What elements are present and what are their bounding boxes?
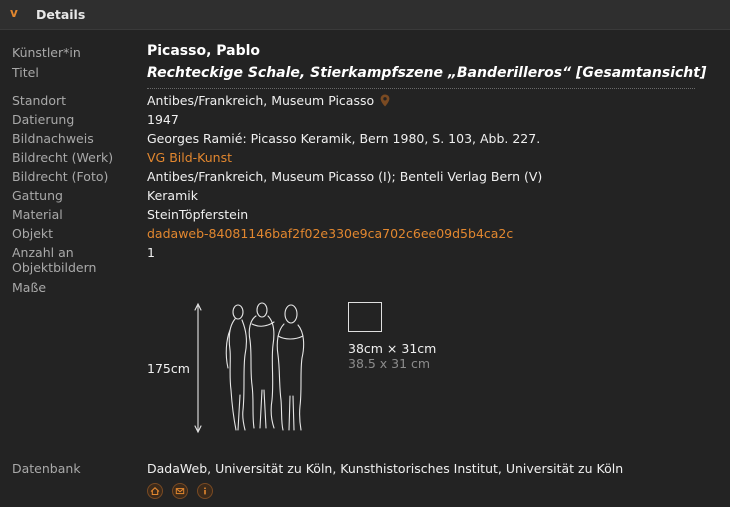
location-label: Standort — [12, 93, 67, 108]
object-link[interactable]: dadaweb-84081146baf2f02e330e9ca702c6ee09… — [147, 226, 513, 241]
scale-figures-illustration — [190, 300, 310, 438]
object-size-box — [348, 302, 382, 332]
info-icon[interactable] — [196, 483, 213, 499]
title-divider — [147, 88, 695, 89]
image-count-label: Anzahl an Objektbildern — [12, 245, 97, 275]
map-pin-icon[interactable] — [380, 94, 390, 110]
date-label: Datierung — [12, 112, 75, 127]
dimensions-alt-value: 38.5 x 31 cm — [348, 356, 431, 371]
mail-icon[interactable] — [171, 483, 188, 499]
rights-photo-value: Antibes/Frankreich, Museum Picasso (I); … — [147, 169, 543, 184]
title-value: Rechteckige Schale, Stierkampfszene „Ban… — [147, 65, 707, 81]
database-value: DadaWeb, Universität zu Köln, Kunsthisto… — [147, 461, 624, 476]
section-title: Details — [36, 7, 86, 22]
title-label: Titel — [12, 65, 39, 80]
human-height-label: 175cm — [147, 361, 190, 376]
database-icons — [147, 483, 218, 499]
object-label: Objekt — [12, 226, 54, 241]
details-header[interactable]: v Details — [0, 0, 730, 30]
home-icon[interactable] — [147, 483, 163, 499]
image-source-value: Georges Ramié: Picasso Keramik, Bern 198… — [147, 131, 541, 146]
dimensions-value: 38cm × 31cm — [348, 341, 437, 356]
dimensions-label: Maße — [12, 280, 47, 295]
rights-work-link[interactable]: VG Bild-Kunst — [147, 150, 232, 165]
chevron-down-icon[interactable]: v — [10, 6, 18, 20]
date-value: 1947 — [147, 112, 179, 127]
image-count-value: 1 — [147, 245, 155, 260]
rights-work-label: Bildrecht (Werk) — [12, 150, 114, 165]
material-value: SteinTöpferstein — [147, 207, 249, 222]
genre-value: Keramik — [147, 188, 198, 203]
location-text: Antibes/Frankreich, Museum Picasso — [147, 93, 375, 108]
image-source-label: Bildnachweis — [12, 131, 94, 146]
rights-photo-label: Bildrecht (Foto) — [12, 169, 109, 184]
location-value: Antibes/Frankreich, Museum Picasso — [147, 93, 390, 110]
material-label: Material — [12, 207, 63, 222]
artist-label: Künstler*in — [12, 45, 81, 60]
genre-label: Gattung — [12, 188, 63, 203]
database-label: Datenbank — [12, 461, 81, 476]
artist-value: Picasso, Pablo — [147, 43, 261, 59]
